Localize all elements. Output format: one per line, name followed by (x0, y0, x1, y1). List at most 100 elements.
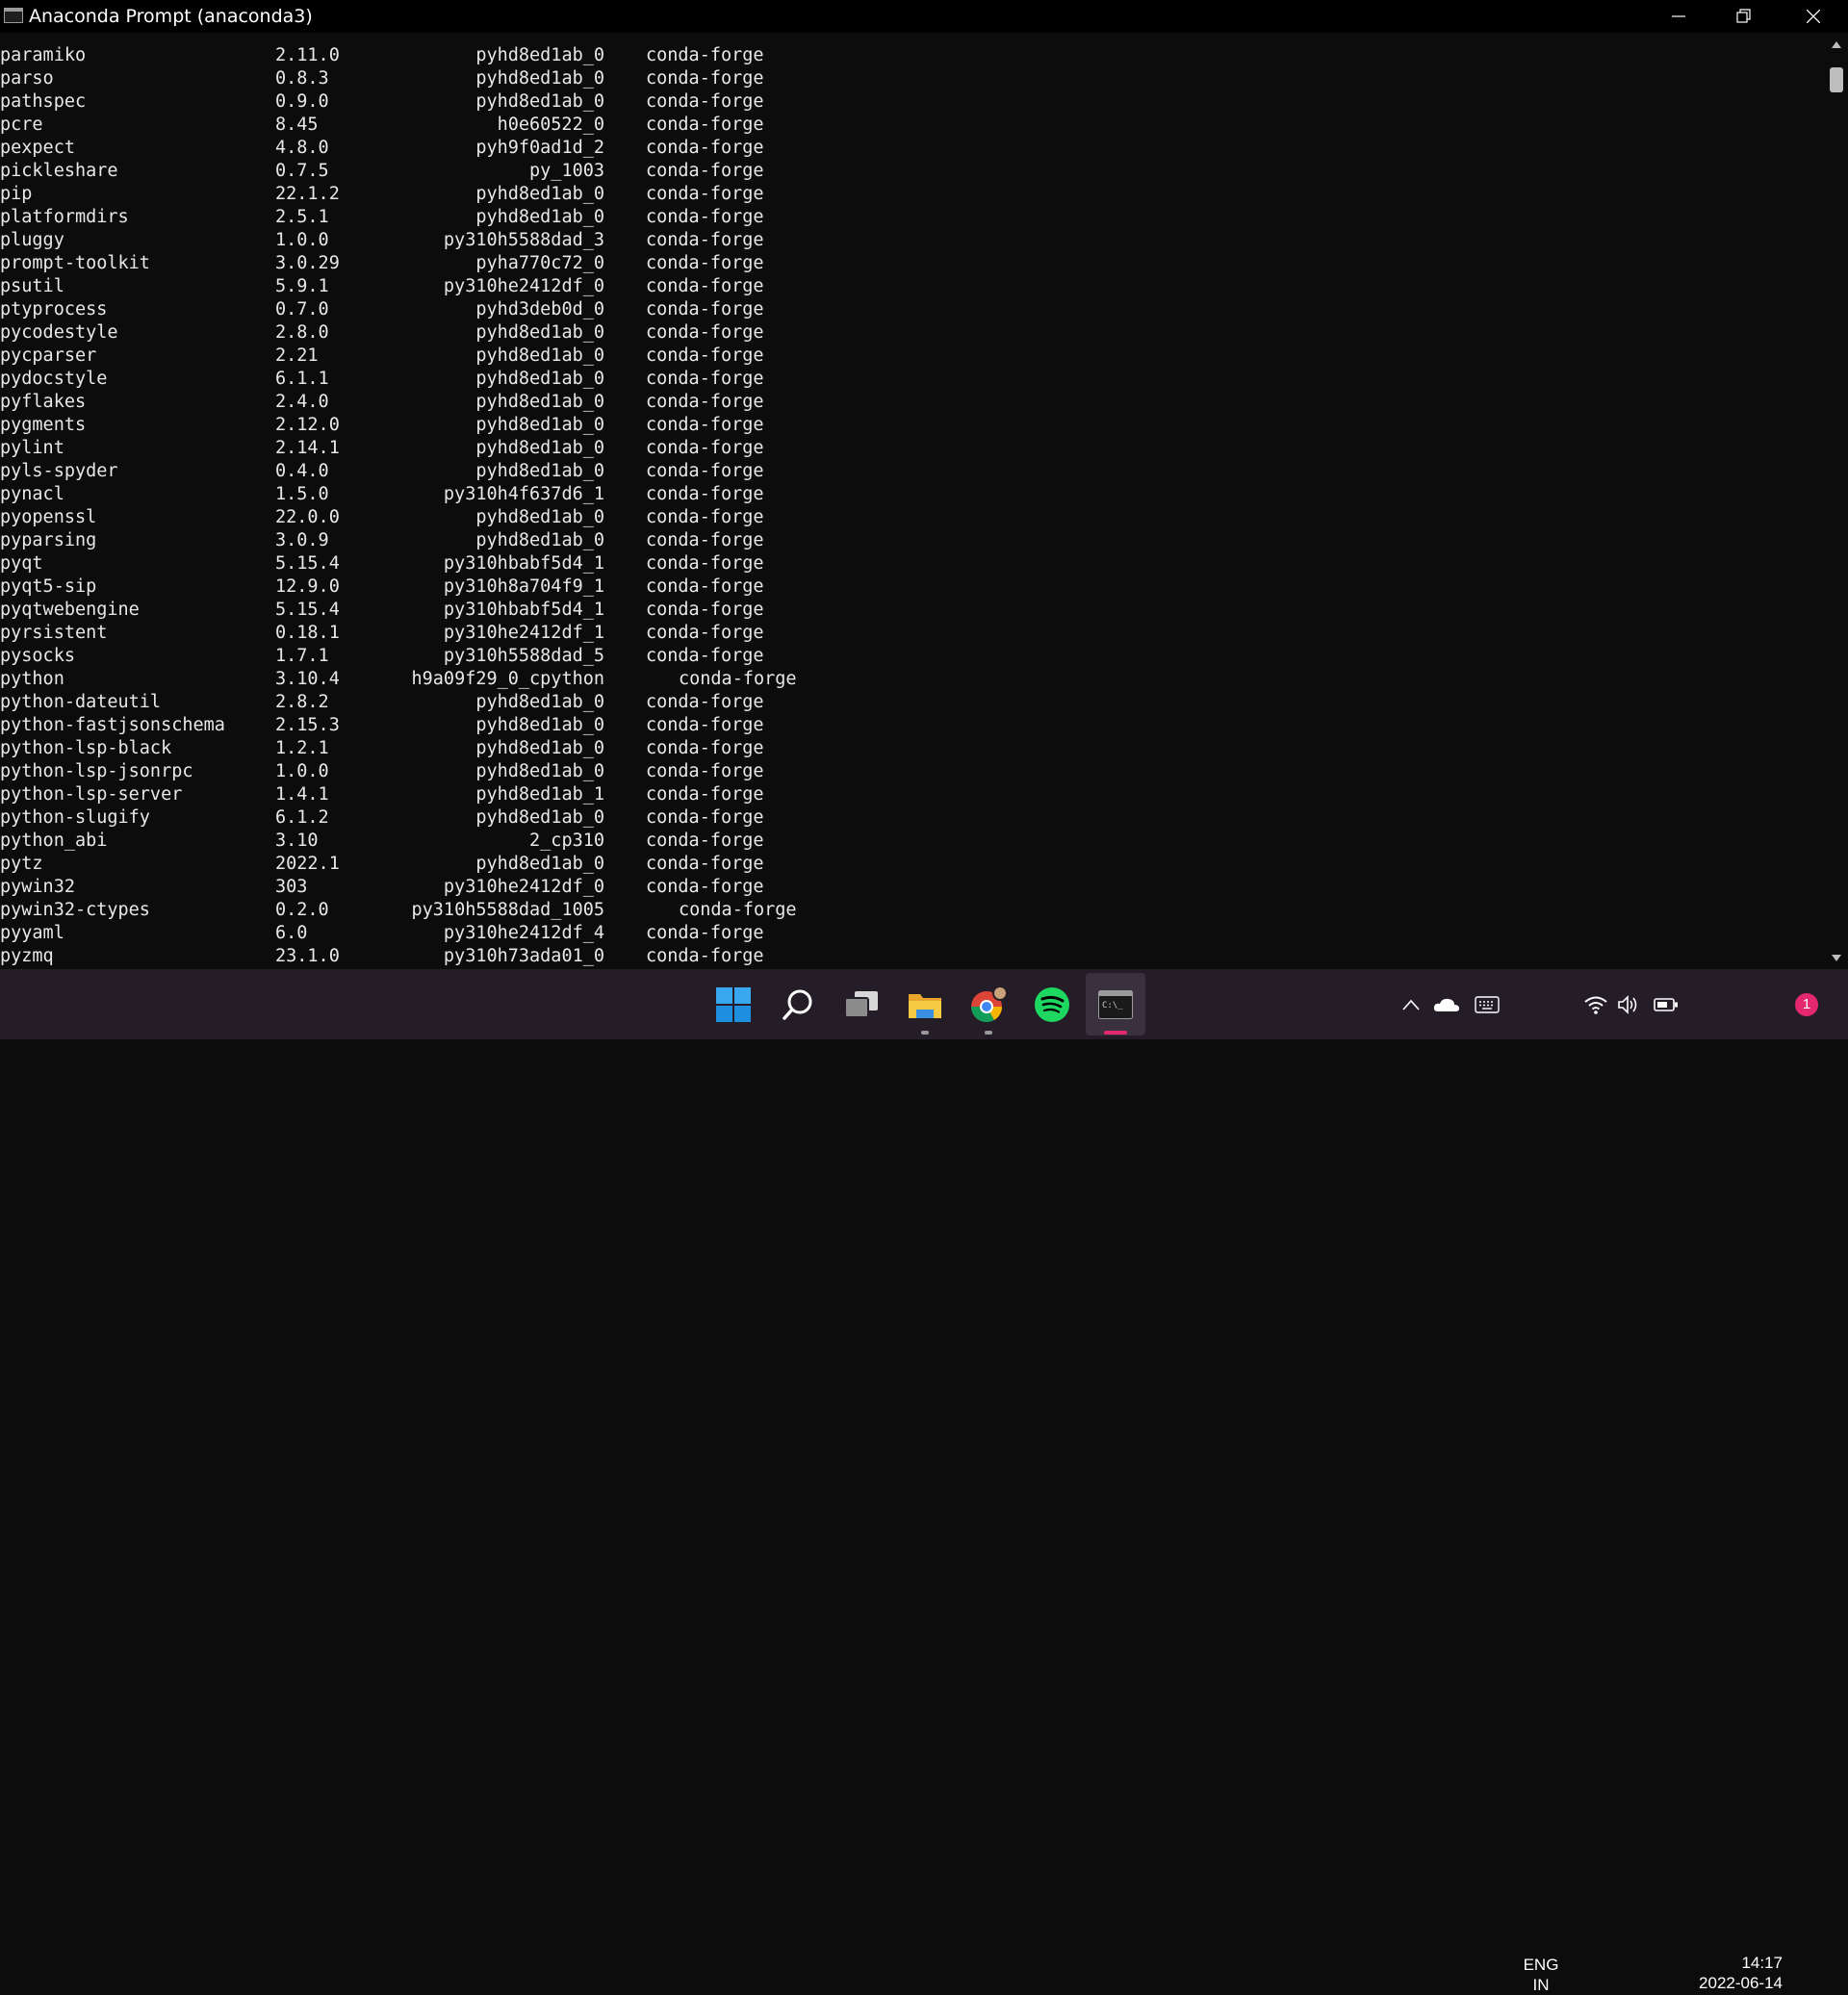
package-version: 4.8.0 (275, 138, 329, 158)
package-build: pyhd8ed1ab_0 (475, 45, 604, 65)
package-name: python-lsp-jsonrpc (0, 761, 193, 781)
package-build: py310he2412df_0 (443, 877, 604, 897)
search-button[interactable] (774, 969, 822, 1039)
window-title-bar[interactable]: Anaconda Prompt (anaconda3) (0, 0, 1848, 33)
package-build: pyhd8ed1ab_0 (475, 530, 604, 550)
package-row: pickleshare 0.7.5 py_1003 conda-forge (0, 160, 1819, 183)
minimize-button[interactable] (1646, 0, 1711, 33)
network-button[interactable] (1582, 969, 1609, 1039)
package-build: py310h5588dad_5 (443, 646, 604, 666)
volume-button[interactable] (1615, 969, 1642, 1039)
input-language-button[interactable]: ENG IN (1519, 1955, 1563, 1995)
package-row: pathspec 0.9.0 pyhd8ed1ab_0 conda-forge (0, 90, 1819, 114)
package-version: 23.1.0 (275, 946, 340, 966)
package-row: python-lsp-server 1.4.1 pyhd8ed1ab_1 conda-… (0, 783, 1819, 806)
package-name: pyqt (0, 553, 43, 574)
package-version: 0.4.0 (275, 461, 329, 481)
package-name: ptyprocess (0, 299, 108, 320)
scroll-up-arrow-icon[interactable] (1832, 41, 1841, 48)
package-row: python 3.10.4 h9a09f29_0_cpython conda-forg… (0, 668, 1819, 691)
package-row: python-lsp-jsonrpc 1.0.0 pyhd8ed1ab_0 conda… (0, 760, 1819, 783)
chrome-button[interactable] (964, 969, 1013, 1039)
notification-badge[interactable]: 1 (1795, 993, 1818, 1016)
chevron-up-icon (1402, 999, 1420, 1010)
close-icon (1807, 10, 1820, 23)
speaker-icon (1618, 994, 1637, 1014)
package-name: pycparser (0, 345, 97, 366)
package-build: py310h8a704f9_1 (443, 576, 604, 597)
package-version: 0.2.0 (275, 900, 329, 920)
package-channel: conda-forge (646, 369, 764, 389)
restore-icon (1736, 9, 1751, 23)
scroll-down-arrow-icon[interactable] (1832, 955, 1841, 961)
package-build: pyhd8ed1ab_0 (475, 184, 604, 204)
file-explorer-button[interactable] (901, 969, 949, 1039)
package-name: python-lsp-black (0, 738, 172, 758)
package-version: 6.0 (275, 923, 308, 943)
package-row: pyzmq 23.1.0 py310h73ada01_0 conda-forge (0, 945, 1819, 968)
package-row: pexpect 4.8.0 pyh9f0ad1d_2 conda-forge (0, 137, 1819, 160)
package-channel: conda-forge (646, 345, 764, 366)
package-name: pyparsing (0, 530, 97, 550)
package-version: 1.0.0 (275, 230, 329, 250)
package-name: pytz (0, 854, 43, 874)
package-row: pycodestyle 2.8.0 pyhd8ed1ab_0 conda-forge (0, 321, 1819, 345)
running-indicator (921, 1031, 929, 1035)
clock-button[interactable]: 14:17 2022-06-14 (1690, 1953, 1783, 1993)
scrollbar-thumb[interactable] (1830, 67, 1843, 92)
window-title: Anaconda Prompt (anaconda3) (29, 6, 313, 27)
package-build: pyhd8ed1ab_1 (475, 784, 604, 805)
package-name: python-fastjsonschema (0, 715, 225, 735)
package-name: psutil (0, 276, 64, 296)
console-output[interactable]: paramiko 2.11.0 pyhd8ed1ab_0 conda-forge par… (0, 33, 1825, 969)
package-name: pycodestyle (0, 322, 118, 343)
package-build: pyhd3deb0d_0 (475, 299, 604, 320)
package-channel: conda-forge (646, 530, 764, 550)
battery-button[interactable] (1652, 969, 1681, 1039)
package-version: 2.12.0 (275, 415, 340, 435)
start-button[interactable] (709, 969, 757, 1039)
package-version: 3.0.29 (275, 253, 340, 273)
package-row: python-lsp-black 1.2.1 pyhd8ed1ab_0 conda-f… (0, 737, 1819, 760)
close-button[interactable] (1781, 0, 1846, 33)
package-channel: conda-forge (646, 507, 764, 527)
show-hidden-icons-button[interactable] (1399, 969, 1423, 1039)
package-build: pyhd8ed1ab_0 (475, 507, 604, 527)
package-name: platformdirs (0, 207, 129, 227)
package-name: pyyaml (0, 923, 64, 943)
package-channel: conda-forge (646, 646, 764, 666)
running-indicator (985, 1031, 992, 1035)
package-build: py310he2412df_4 (443, 923, 604, 943)
package-channel: conda-forge (646, 415, 764, 435)
package-name: python (0, 669, 64, 689)
package-channel: conda-forge (646, 68, 764, 89)
onedrive-button[interactable] (1432, 969, 1461, 1039)
package-build: h9a09f29_0_cpython (411, 669, 604, 689)
package-build: py310hbabf5d4_1 (443, 600, 604, 620)
task-view-button[interactable] (837, 969, 886, 1039)
package-build: pyhd8ed1ab_0 (475, 807, 604, 828)
terminal-button[interactable]: C:\_ (1086, 973, 1145, 1036)
language-code: ENG (1523, 1956, 1559, 1974)
package-build: py310hbabf5d4_1 (443, 553, 604, 574)
package-row: pcre 8.45 h0e60522_0 conda-forge (0, 114, 1819, 137)
package-channel: conda-forge (679, 669, 797, 689)
package-channel: conda-forge (646, 946, 764, 966)
touch-keyboard-button[interactable] (1473, 969, 1502, 1039)
package-version: 2.4.0 (275, 392, 329, 412)
package-build: pyhd8ed1ab_0 (475, 68, 604, 89)
package-channel: conda-forge (679, 900, 797, 920)
package-row: python-slugify 6.1.2 pyhd8ed1ab_0 conda-for… (0, 806, 1819, 830)
package-row: pyqt 5.15.4 py310hbabf5d4_1 conda-forge (0, 552, 1819, 575)
package-row: prompt-toolkit 3.0.29 pyha770c72_0 conda-fo… (0, 252, 1819, 275)
package-name: python-dateutil (0, 692, 162, 712)
package-version: 12.9.0 (275, 576, 340, 597)
restore-button[interactable] (1711, 0, 1777, 33)
package-build: pyhd8ed1ab_0 (475, 692, 604, 712)
package-version: 0.8.3 (275, 68, 329, 89)
vertical-scrollbar[interactable] (1825, 33, 1848, 969)
package-row: python-dateutil 2.8.2 pyhd8ed1ab_0 conda-fo… (0, 691, 1819, 714)
package-channel: conda-forge (646, 184, 764, 204)
spotify-button[interactable] (1028, 969, 1076, 1039)
package-version: 1.2.1 (275, 738, 329, 758)
